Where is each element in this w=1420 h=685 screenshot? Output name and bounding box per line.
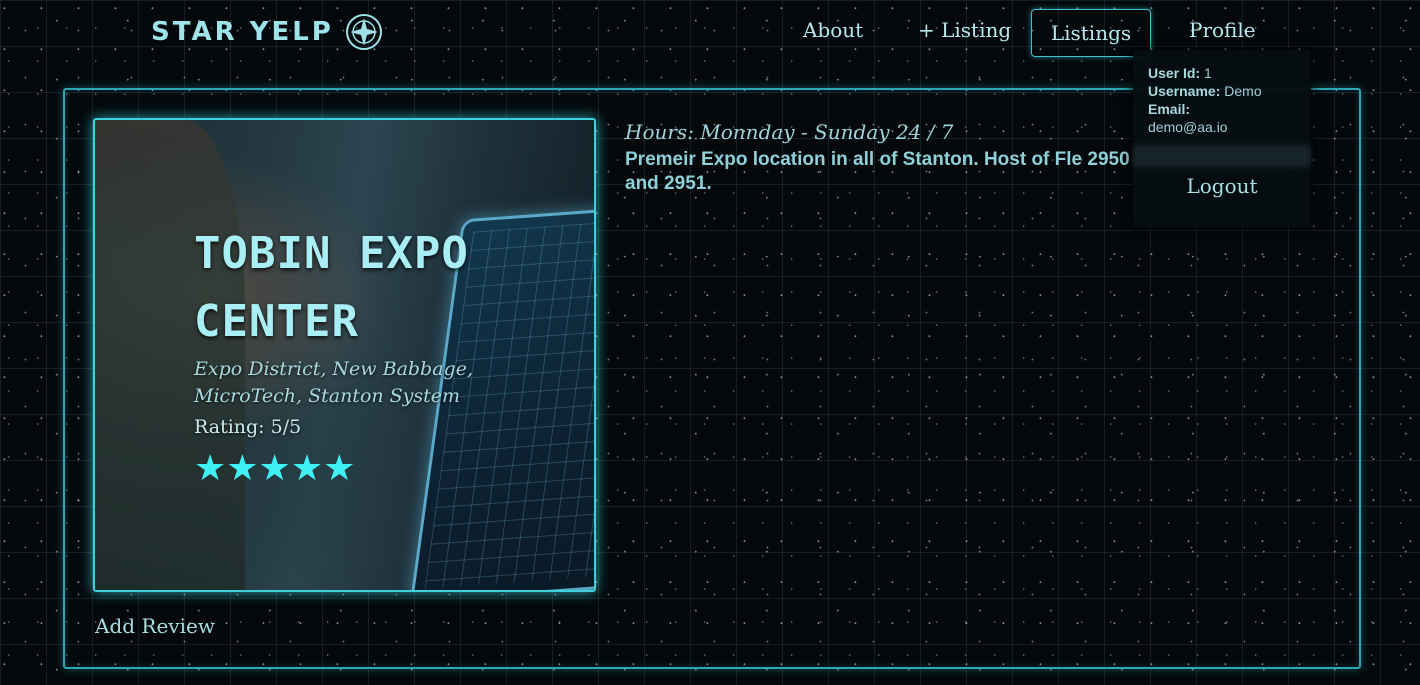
user-id-row: User Id: 1 bbox=[1148, 64, 1212, 82]
brand-logo[interactable]: STAR YELP bbox=[151, 14, 384, 50]
email-value: demo@aa.io bbox=[1148, 119, 1228, 135]
nav-about[interactable]: About bbox=[803, 18, 863, 42]
dropdown-divider bbox=[1133, 145, 1311, 167]
listing-card[interactable]: TOBIN EXPO CENTER Expo District, New Bab… bbox=[93, 118, 596, 592]
rating-stars: ★★★★★ bbox=[194, 447, 356, 488]
username-row: Username: Demo bbox=[1148, 82, 1262, 100]
username-label: Username: bbox=[1148, 83, 1221, 99]
star-emblem-icon bbox=[345, 14, 382, 50]
listing-rating: Rating: 5/5 bbox=[194, 416, 302, 438]
logout-button[interactable]: Logout bbox=[1133, 174, 1311, 198]
username-value: Demo bbox=[1224, 83, 1262, 99]
email-label-row: Email: bbox=[1148, 100, 1190, 118]
email-label: Email: bbox=[1148, 101, 1191, 117]
user-id-value: 1 bbox=[1204, 65, 1212, 81]
nav-add-listing[interactable]: + Listing bbox=[918, 18, 1011, 42]
email-value-row: demo@aa.io bbox=[1148, 118, 1228, 136]
brand-name: STAR YELP bbox=[151, 17, 334, 47]
add-review-link[interactable]: Add Review bbox=[95, 614, 215, 638]
listing-hours: Hours: Monnday - Sunday 24 / 7 bbox=[625, 120, 954, 144]
listing-title: TOBIN EXPO CENTER bbox=[194, 228, 469, 347]
nav-profile[interactable]: Profile bbox=[1189, 18, 1256, 42]
user-id-label: User Id: bbox=[1148, 65, 1201, 81]
listing-address: Expo District, New Babbage, MicroTech, S… bbox=[194, 358, 473, 407]
profile-dropdown: User Id: 1 Username: Demo Email: demo@aa… bbox=[1133, 50, 1311, 227]
listing-description: Premeir Expo location in all of Stanton.… bbox=[625, 149, 1130, 194]
